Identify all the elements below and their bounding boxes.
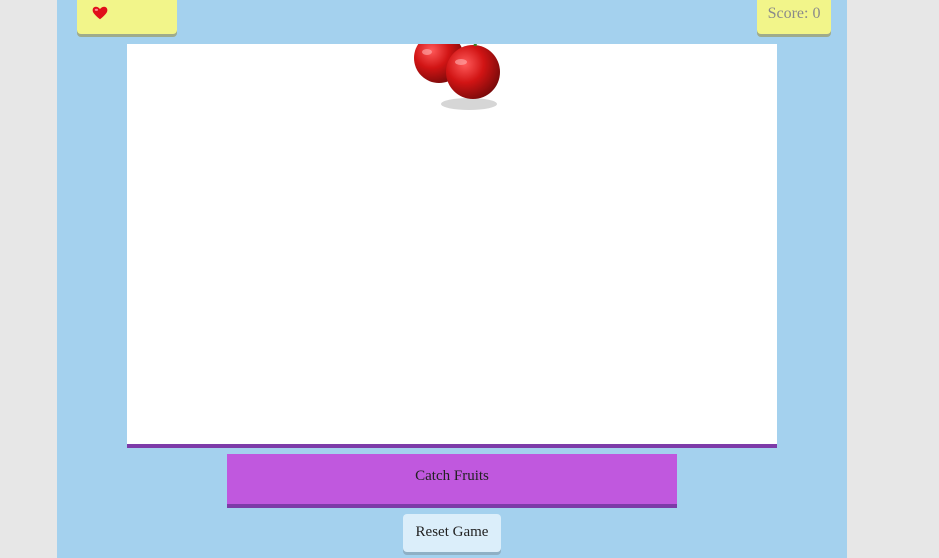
score-display: Score: 0 (757, 0, 831, 34)
heart-icon (92, 6, 108, 20)
catch-fruits-button[interactable]: Catch Fruits (227, 454, 677, 508)
reset-game-button[interactable]: Reset Game (403, 514, 501, 552)
play-area[interactable] (127, 44, 777, 448)
lives-panel (77, 0, 177, 34)
game-container: Score: 0 Catch Fruits Reset Game (57, 0, 847, 558)
cherry-icon (414, 44, 500, 110)
